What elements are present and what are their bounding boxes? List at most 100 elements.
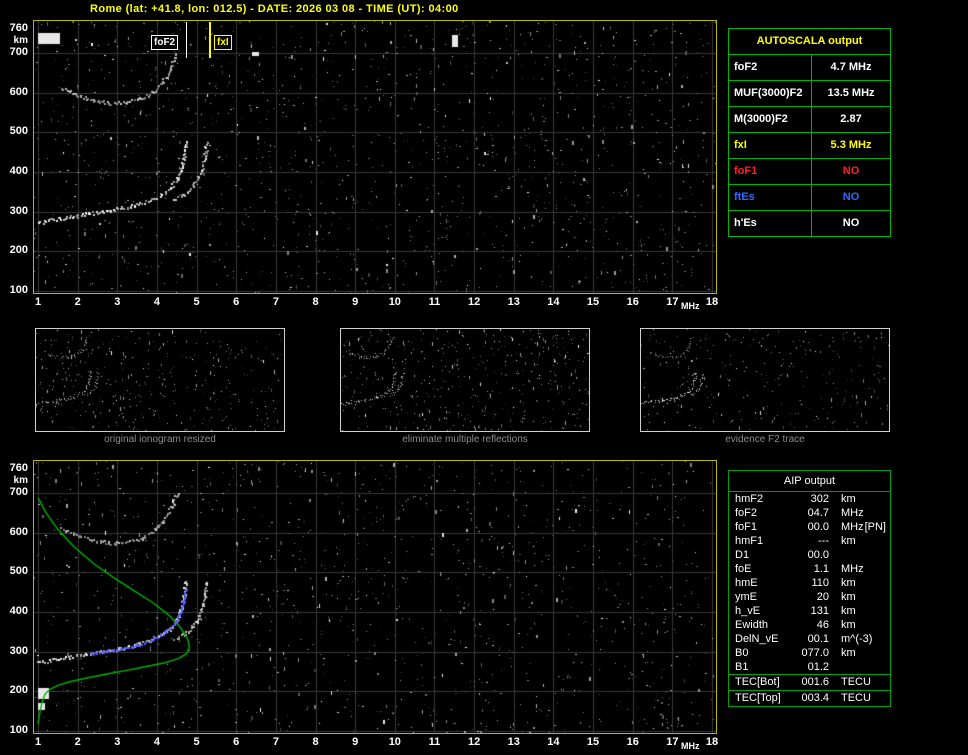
bottom-plot-y-tick-label: 700 [9,485,28,498]
top-plot-x-tick-label: 12 [467,296,481,308]
fof2-marker-label: foF2 [151,35,179,50]
top-plot-x-tick-label: 3 [114,296,121,308]
top-plot-x-tick-label: 10 [388,296,401,308]
ionogram-canvas-top [34,21,716,293]
autoscala-row-label: MUF(3000)F2 [729,81,812,106]
bottom-plot-x-tick-label: 8 [312,736,319,748]
aip-row-unit: km [841,493,856,505]
ionogram-plot-top: foF2 fxI [33,20,717,294]
autoscala-row: foF2 4.7 MHz [729,55,890,80]
aip-row-label: B1 [735,661,749,673]
autoscala-row-value: 5.3 MHz [830,139,872,151]
aip-row-label: DelN_vE [735,633,779,645]
aip-row-value: 00.0 [807,549,829,561]
top-plot-x-tick-label: 4 [153,296,160,308]
aip-row-unit: km [841,535,856,547]
aip-row-unit [829,548,841,562]
aip-row-label: D1 [735,549,750,561]
aip-tec-unit: TECU [841,692,871,704]
top-plot-y-tick-label: 500 [9,125,28,138]
aip-row-note: [PN] [864,521,886,533]
autoscala-row: fxI 5.3 MHz [729,132,890,158]
autoscala-row-value: NO [842,217,860,229]
autoscala-row-label: foF1 [729,159,812,184]
aip-row-label: hmE [735,577,758,589]
thumbnail-caption-original: original ionogram resized [104,434,216,445]
bottom-plot-x-tick-label: 5 [193,736,200,748]
aip-tec-label: TEC[Bot] [735,676,780,688]
fof2-marker-line [186,22,187,58]
bottom-plot-x-tick-label: 18 [705,736,719,748]
aip-row-value: 00.0 [807,521,829,533]
bottom-plot-x-tick-label: 6 [233,736,240,748]
top-plot-x-tick-label: 9 [352,296,359,308]
bottom-plot-y-tick-label: 500 [9,565,28,578]
aip-row-value: 04.7 [807,507,829,519]
top-plot-y-tick-label: 700 [9,45,28,58]
aip-row-unit: km [841,619,856,631]
fxi-marker-label: fxI [214,35,232,50]
autoscala-row: h'Es NO [729,210,890,236]
thumbnail-caption-eliminate: eliminate multiple reflections [402,434,528,445]
top-plot-x-tick-label: 13 [507,296,520,308]
aip-row: hmF2 302 km [729,492,890,506]
bottom-plot-x-tick-label: 3 [114,736,121,748]
aip-row: B1 01.2 [729,660,890,674]
aip-row-label: foF1 [735,521,758,533]
aip-row: hmE 110 km [729,576,890,590]
autoscala-row-value: 4.7 MHz [830,61,872,73]
bottom-plot-y-tick-label: 400 [9,604,28,617]
aip-row-label: B0 [735,647,749,659]
aip-row: ymE 20 km [729,590,890,604]
aip-row-unit: m^(-3) [841,633,873,645]
top-plot-y-tick-label: 600 [9,85,28,98]
bottom-plot-x-tick-label: 7 [272,736,279,748]
top-plot-x-tick-label: 8 [312,296,319,308]
thumbnail-caption-evidence: evidence F2 trace [725,434,805,445]
bottom-plot-x-tick-label: 10 [388,736,401,748]
autoscala-row-label: fxI [729,133,812,158]
aip-row-unit: km [841,577,856,589]
thumbnail-canvas-eliminate-reflections [341,329,589,431]
bottom-plot-y-tick-label: 100 [9,724,28,736]
bottom-plot-y-tick-label: 200 [9,684,28,697]
aip-row-value: 110 [811,577,829,589]
autoscala-table: AUTOSCALA output foF2 4.7 MHz MUF(3000)F2 1… [728,28,891,237]
bottom-plot-x-tick-label: 1 [34,736,42,748]
aip-row-value: 1.1 [813,563,829,575]
top-plot-y-tick-label: 200 [9,244,28,257]
thumbnail-canvas-evidence-f2 [641,329,889,431]
bottom-plot-y-tick-label: 760 [9,462,28,474]
aip-row: Ewidth 46 km [729,618,890,632]
aip-row-value: 077.0 [801,647,829,659]
top-plot-x-tick-label: 14 [547,296,560,308]
aip-row-unit: km [841,647,856,659]
aip-row-unit: km [841,591,856,603]
autoscala-header: AUTOSCALA output [729,29,890,55]
top-plot-x-axis-unit: MHz [681,301,700,311]
aip-row-value: 20 [816,591,829,603]
top-plot-x-tick-label: 1 [34,296,42,308]
fxi-marker-line [209,22,211,58]
top-plot-y-tick-label: 300 [9,204,28,217]
thumbnail-original-ionogram [35,328,285,432]
autoscala-row-label: foF2 [729,55,812,80]
top-plot-x-tick-label: 5 [193,296,200,308]
aip-row-value: 00.1 [807,633,829,645]
bottom-plot-x-tick-label: 9 [352,736,359,748]
aip-row-label: Ewidth [735,619,769,631]
bottom-plot-x-tick-label: 14 [547,736,560,748]
aip-row-value: 46 [816,619,829,631]
top-plot-x-tick-label: 6 [233,296,240,308]
ionogram-canvas-bottom [34,461,716,733]
ionogram-plot-bottom [33,460,717,734]
autoscala-row: MUF(3000)F2 13.5 MHz [729,80,890,106]
autoscala-row: foF1 NO [729,158,890,184]
aip-row-label: hmF2 [735,493,764,505]
autoscala-row-label: h'Es [729,211,812,236]
bottom-plot-y-axis-unit: km [13,475,28,486]
aip-tec-unit: TECU [841,676,871,688]
aip-row-unit: km [841,605,856,617]
aip-table: AIP output hmF2 302 km foF2 04.7 MHz foF1 00.0 M… [728,470,891,707]
bottom-plot-x-tick-label: 11 [428,736,441,748]
